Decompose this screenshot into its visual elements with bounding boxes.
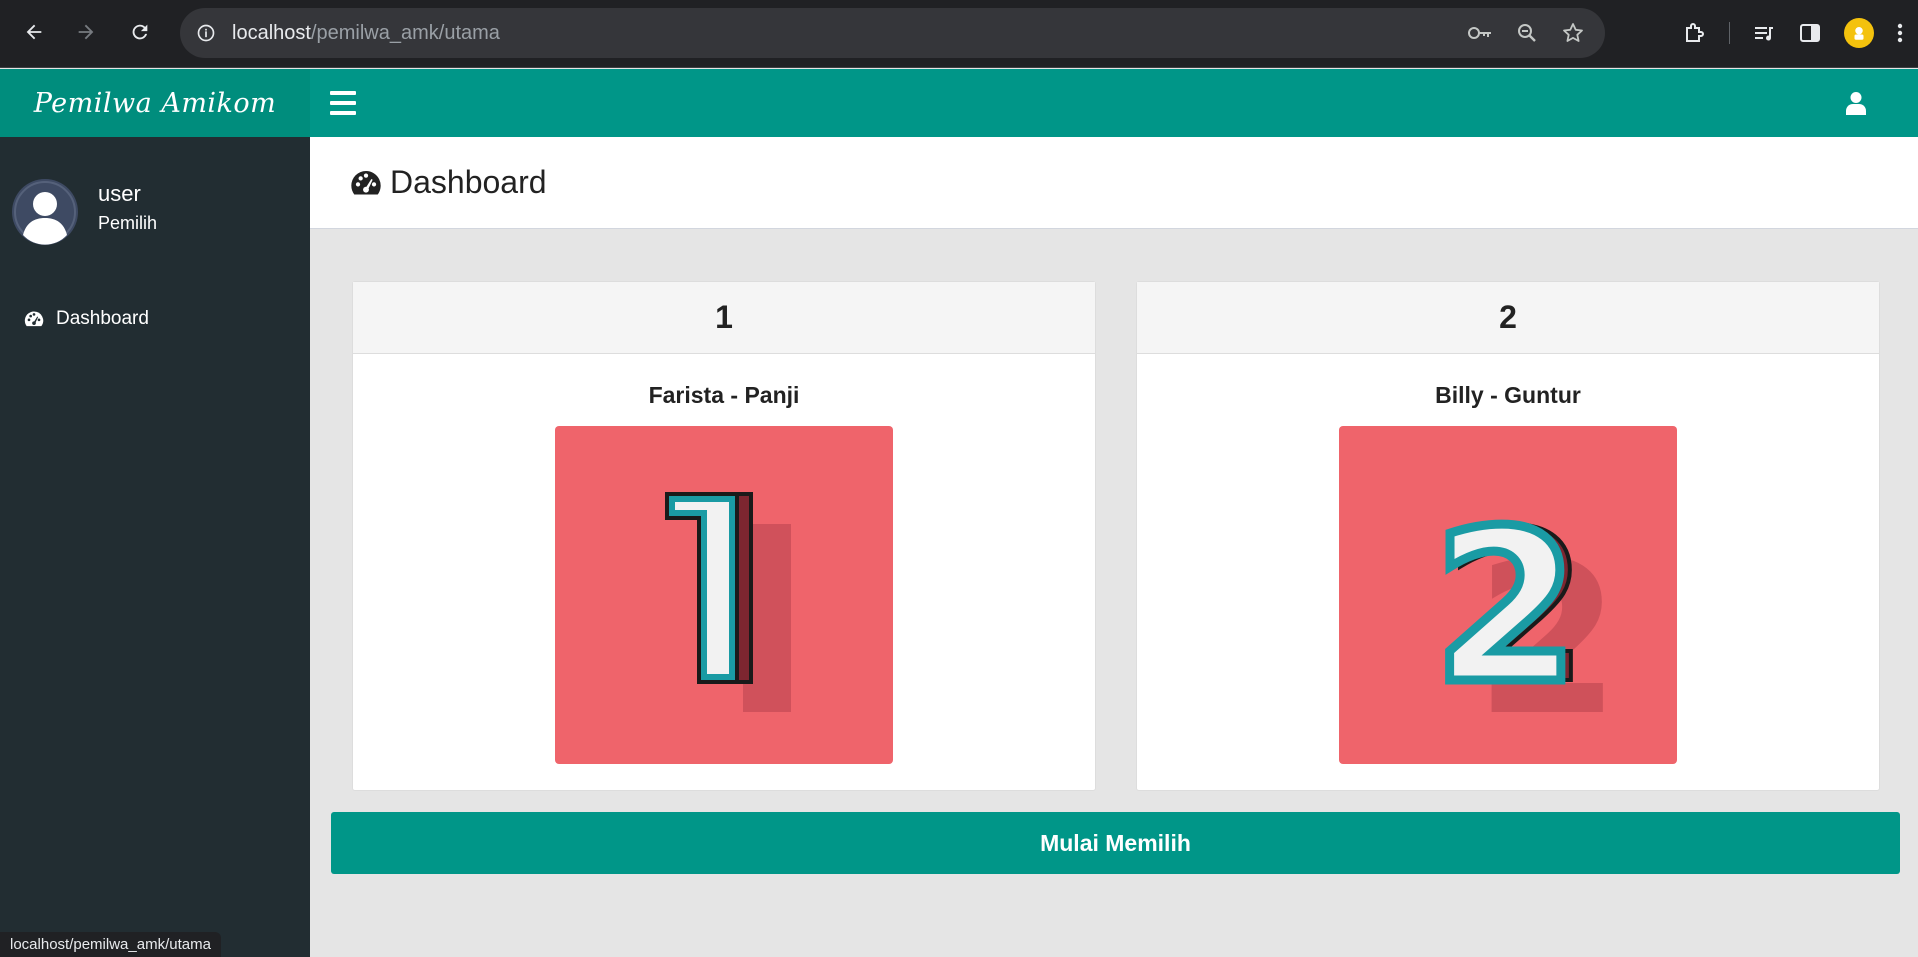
- sidebar: user Pemilih Dashboard: [0, 137, 310, 957]
- profile-avatar[interactable]: [1844, 18, 1874, 48]
- app-topbar: [310, 69, 1918, 137]
- content-header: Dashboard: [310, 137, 1918, 229]
- app-logo[interactable]: Pemilwa Amikom: [0, 69, 310, 137]
- start-voting-button[interactable]: Mulai Memilih: [331, 812, 1900, 874]
- back-button[interactable]: [16, 14, 52, 50]
- user-avatar: [12, 179, 78, 245]
- candidate-image[interactable]: [555, 426, 893, 764]
- arrow-left-icon: [26, 24, 42, 40]
- reload-icon: [132, 24, 148, 40]
- user-role: Pemilih: [98, 213, 158, 233]
- media-queue-icon[interactable]: [1752, 21, 1776, 45]
- side-panel-icon[interactable]: [1798, 21, 1822, 45]
- menu-toggle-icon[interactable]: [330, 91, 356, 115]
- user-name: user: [98, 181, 141, 206]
- candidate-number: 1: [353, 282, 1095, 354]
- sidebar-item-dashboard[interactable]: Dashboard: [0, 297, 310, 341]
- dashboard-icon: [24, 311, 44, 327]
- browser-status-url: localhost/pemilwa_amk/utama: [0, 932, 221, 957]
- reload-button[interactable]: [122, 14, 158, 50]
- candidate-card: 2 Billy - Guntur 2 2 2: [1136, 281, 1880, 791]
- user-menu-icon[interactable]: [1846, 91, 1866, 115]
- key-icon[interactable]: [1467, 21, 1493, 45]
- candidate-image[interactable]: 2 2 2: [1339, 426, 1677, 764]
- page-title: Dashboard: [390, 164, 547, 200]
- profile-icon: [1854, 27, 1864, 40]
- forward-button[interactable]: [68, 14, 104, 50]
- avatar-silhouette-icon: [14, 181, 76, 245]
- bookmark-star-icon[interactable]: [1561, 21, 1585, 45]
- candidate-name: Billy - Guntur: [1435, 382, 1581, 408]
- arrow-right-icon: [78, 24, 94, 40]
- extensions-icon[interactable]: [1683, 21, 1707, 45]
- candidate-card: 1 Farista - Panji: [352, 281, 1096, 791]
- sidebar-item-label: Dashboard: [56, 308, 149, 329]
- address-bar[interactable]: localhost/pemilwa_amk/utama: [180, 8, 1605, 58]
- toolbar-separator: [1729, 22, 1730, 44]
- browser-toolbar: localhost/pemilwa_amk/utama: [0, 0, 1918, 68]
- candidate-name: Farista - Panji: [648, 382, 800, 408]
- dashboard-icon: [351, 170, 381, 194]
- svg-text:2: 2: [1433, 485, 1579, 730]
- zoom-out-icon[interactable]: [1515, 21, 1539, 45]
- number-one-illustration: [665, 492, 791, 712]
- url-text: localhost/pemilwa_amk/utama: [232, 21, 500, 44]
- more-menu-icon[interactable]: [1896, 21, 1904, 45]
- number-two-illustration: 2 2 2: [1429, 481, 1622, 763]
- site-info-icon[interactable]: [180, 23, 232, 43]
- candidate-number: 2: [1137, 282, 1879, 354]
